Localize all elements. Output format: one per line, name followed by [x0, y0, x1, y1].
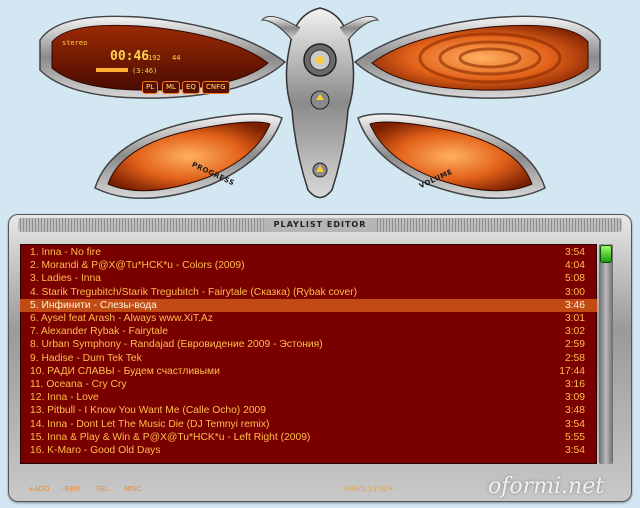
- playlist-item[interactable]: 7. Alexander Rybak - Fairytale 3:02: [20, 325, 597, 338]
- playlist-list[interactable]: 1. Inna - No fire 3:54 2. Morandi & P@X@Tu…: [20, 244, 597, 464]
- playlist-item[interactable]: 8. Urban Symphony - Randajad (Евровидени…: [20, 338, 597, 351]
- track-title: 6. Aysel feat Arash - Always www.XiT.Az: [30, 313, 213, 324]
- track-duration: 3:09: [564, 392, 585, 404]
- track-duration: 4:04: [564, 260, 585, 272]
- playlist-item[interactable]: 1. Inna - No fire 3:54: [20, 246, 597, 259]
- playlist-item[interactable]: 4. Starik Tregubitch/Starik Tregubitch -…: [20, 286, 597, 299]
- track-title: 5. Инфинити - Слезы-вода: [30, 299, 157, 311]
- track-title: 4. Starik Tregubitch/Starik Tregubitch -…: [30, 286, 358, 298]
- misc-button[interactable]: MISC: [124, 483, 141, 495]
- scrollbar-thumb[interactable]: [601, 246, 611, 262]
- playlist-item[interactable]: 2. Morandi & P@X@Tu*HCK*u - Colors (2009…: [20, 259, 597, 272]
- playlist-item[interactable]: 6. Aysel feat Arash - Always www.XiT.Az 3…: [20, 312, 597, 325]
- track-duration: 3:54: [564, 247, 585, 258]
- track-duration: 3:54: [564, 445, 585, 456]
- track-title: 14. Inna - Dont Let The Music Die (DJ Te…: [30, 418, 270, 430]
- track-title: 11. Oceana - Cry Cry: [30, 379, 127, 390]
- track-duration: 3:01: [564, 313, 585, 324]
- cnfg-button[interactable]: CNFG: [202, 81, 230, 94]
- kbps-display: 192: [148, 54, 161, 62]
- track-duration: 17:44: [559, 365, 585, 377]
- track-title: 3. Ladies - Inna: [30, 273, 101, 285]
- ml-button[interactable]: ML: [162, 81, 180, 94]
- track-title: 12. Inna - Love: [30, 392, 99, 404]
- playlist-item[interactable]: 10. РАДИ СЛАВЫ - Будем счастливыми 17:44: [20, 365, 597, 378]
- track-title: 9. Hadise - Dum Tek Tek: [30, 352, 142, 364]
- playlist-scrollbar[interactable]: [599, 244, 613, 464]
- track-title: 16. K-Maro - Good Old Days: [30, 445, 161, 456]
- track-title: 1. Inna - No fire: [30, 247, 101, 258]
- track-duration: 3:48: [564, 405, 585, 417]
- khz-display: 44: [172, 54, 180, 62]
- track-duration: 5:55: [564, 431, 585, 443]
- watermark-text: oformi.net: [488, 474, 605, 499]
- playlist-item[interactable]: 5. Инфинити - Слезы-вода 3:46: [20, 298, 597, 312]
- playlist-item[interactable]: 15. Inna & Play & Win & P@X@Tu*HCK*u - L…: [20, 431, 597, 444]
- remove-button[interactable]: -REM: [62, 483, 80, 495]
- track-title: 10. РАДИ СЛАВЫ - Будем счастливыми: [30, 365, 220, 377]
- track-duration: 3:02: [564, 326, 585, 338]
- playlist-item[interactable]: 11. Oceana - Cry Cry 3:16: [20, 378, 597, 391]
- player-skin: 00:46 192 44 stereo (3:46) PL ML EQ CNFG…: [0, 0, 640, 215]
- select-button[interactable]: SEL: [96, 483, 109, 495]
- track-duration: 5:08: [564, 273, 585, 285]
- total-time: 3:46/1:13:32+: [343, 485, 394, 493]
- pl-button[interactable]: PL: [142, 81, 159, 94]
- track-duration: 3:16: [564, 379, 585, 390]
- dragonfly-graphic: 00:46 192 44 stereo (3:46): [39, 7, 601, 199]
- track-title: 2. Morandi & P@X@Tu*HCK*u - Colors (2009…: [30, 260, 245, 272]
- track-title: 13. Pitbull - I Know You Want Me (Calle …: [30, 405, 266, 417]
- track-duration: 3:00: [564, 286, 585, 298]
- song-info-display: (3:46): [132, 67, 157, 75]
- playlist-title: PLAYLIST EDITOR: [263, 218, 377, 232]
- time-display: 00:46: [110, 49, 149, 64]
- track-title: 7. Alexander Rybak - Fairytale: [30, 326, 168, 338]
- track-title: 8. Urban Symphony - Randajad (Евровидени…: [30, 339, 323, 351]
- seek-indicator: [96, 68, 128, 72]
- track-duration: 3:46: [564, 299, 585, 311]
- playlist-titlebar[interactable]: PLAYLIST EDITOR: [18, 218, 622, 232]
- playlist-item[interactable]: 12. Inna - Love 3:09: [20, 391, 597, 404]
- mode-display: stereo: [62, 39, 87, 47]
- playlist-item[interactable]: 16. K-Maro - Good Old Days 3:54: [20, 444, 597, 457]
- playlist-item[interactable]: 3. Ladies - Inna 5:08: [20, 272, 597, 285]
- track-title: 15. Inna & Play & Win & P@X@Tu*HCK*u - L…: [30, 431, 311, 443]
- playlist-item[interactable]: 9. Hadise - Dum Tek Tek 2:58: [20, 352, 597, 365]
- eq-button[interactable]: EQ: [182, 81, 200, 94]
- track-duration: 2:58: [564, 352, 585, 364]
- add-button[interactable]: +ADD: [28, 483, 49, 495]
- playlist-item[interactable]: 14. Inna - Dont Let The Music Die (DJ Te…: [20, 418, 597, 431]
- track-duration: 3:54: [564, 418, 585, 430]
- playlist-item[interactable]: 13. Pitbull - I Know You Want Me (Calle …: [20, 404, 597, 417]
- track-duration: 2:59: [564, 339, 585, 351]
